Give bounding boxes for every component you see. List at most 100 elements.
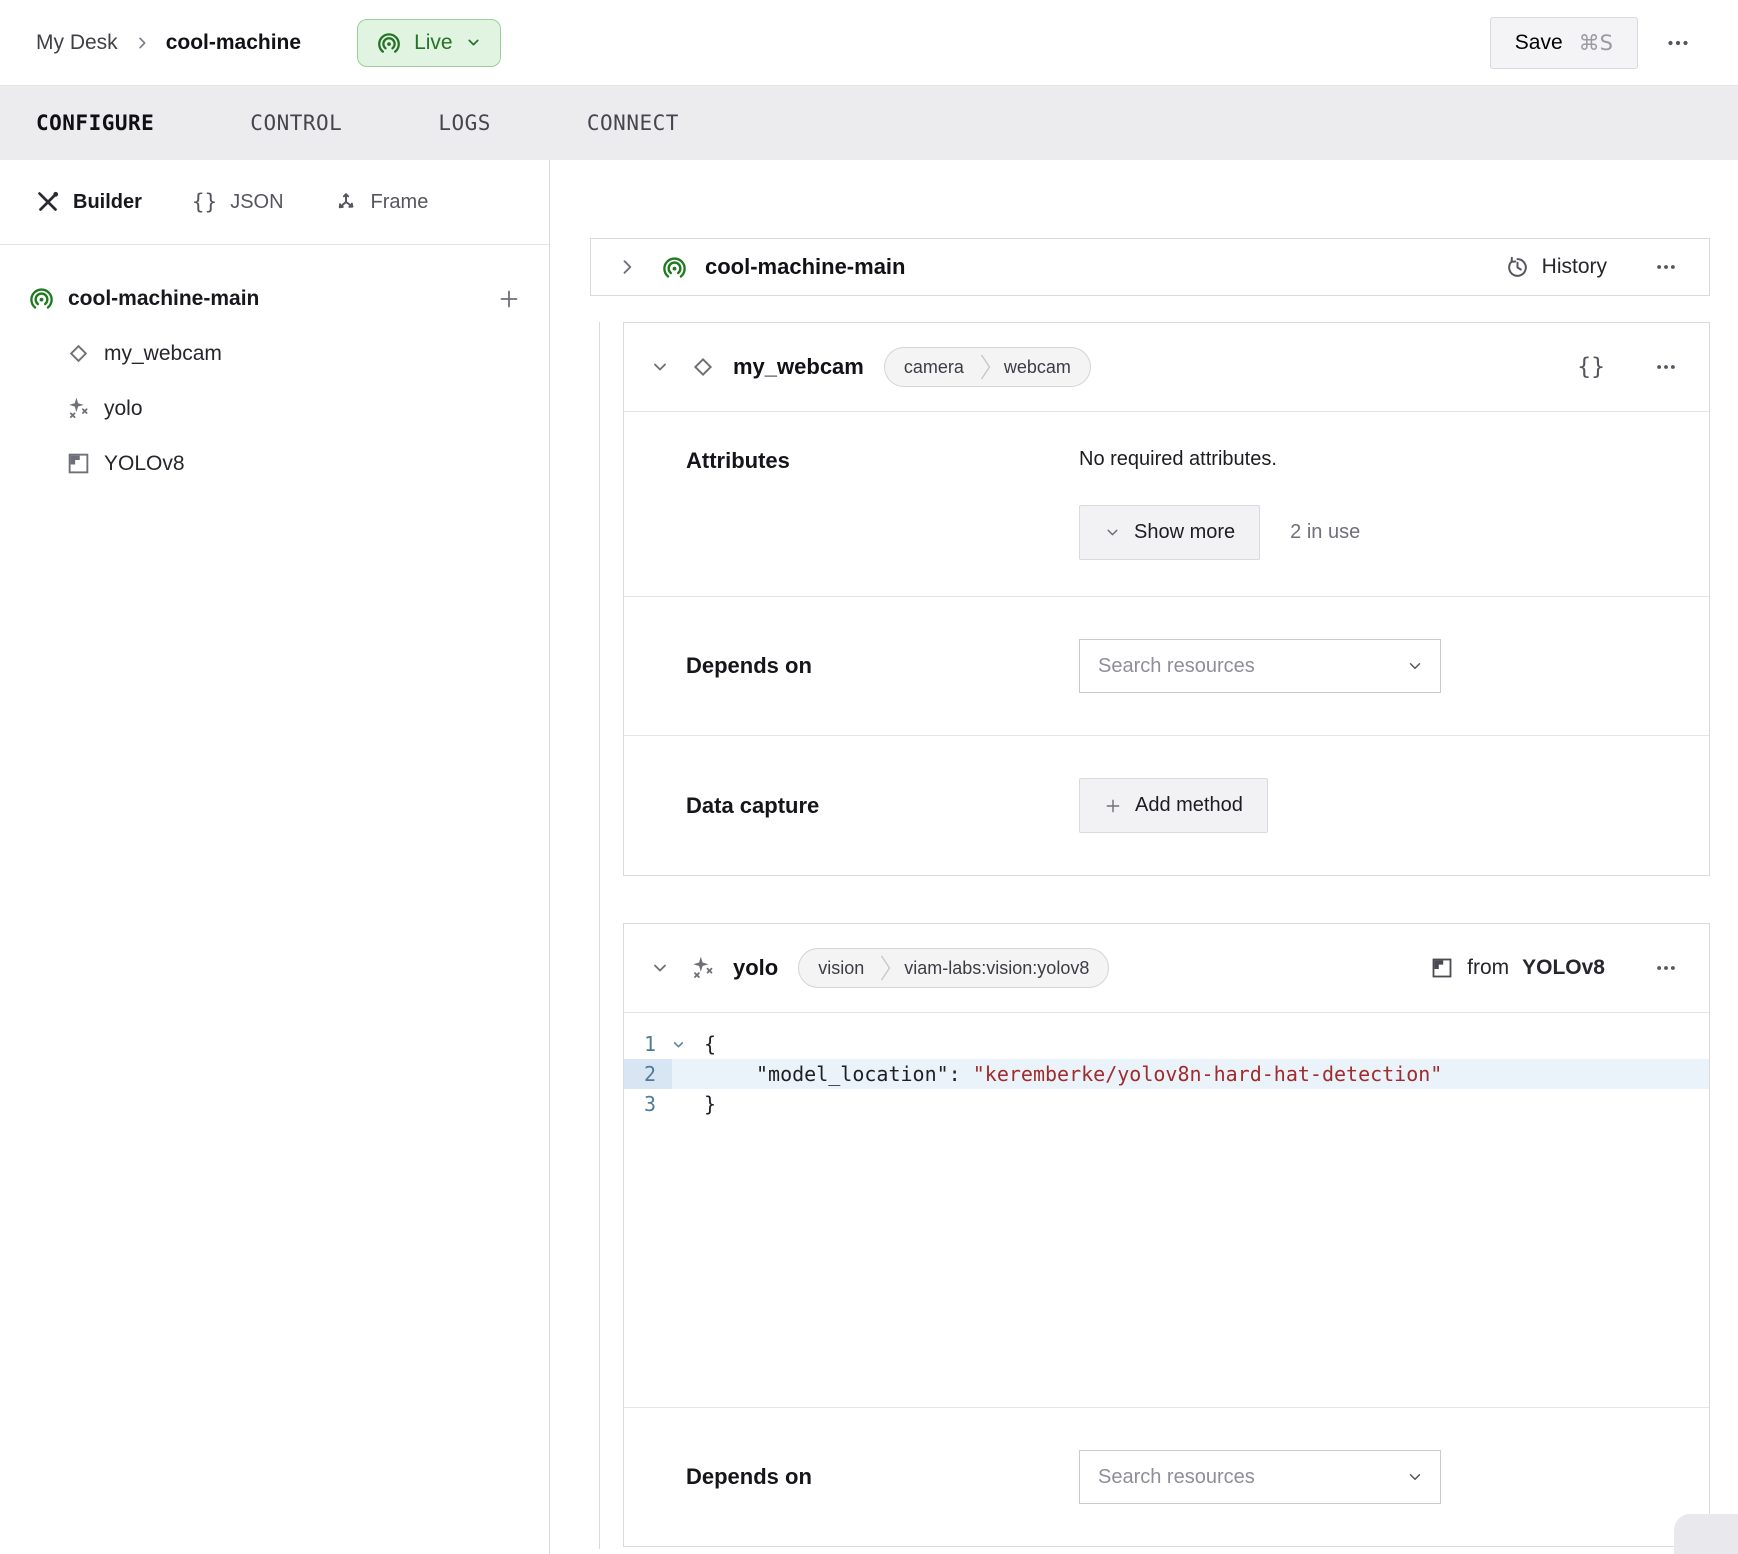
resource-title: my_webcam	[733, 354, 864, 380]
save-label: Save	[1515, 31, 1563, 55]
top-bar: My Desk cool-machine Live Save ⌘S	[0, 0, 1738, 86]
view-mode-toolbar: Builder {} JSON Frame	[0, 160, 549, 245]
part-title: cool-machine-main	[705, 254, 905, 280]
resource-type-pill: vision viam-labs:vision:yolov8	[798, 948, 1109, 988]
from-module-link[interactable]: from YOLOv8	[1430, 956, 1605, 980]
tree-item-my-webcam[interactable]: my_webcam	[28, 326, 525, 381]
json-key: "model_location"	[756, 1062, 949, 1086]
attributes-section: Attributes No required attributes. Show …	[624, 411, 1709, 596]
mode-frame-label: Frame	[371, 191, 429, 214]
depends-on-select[interactable]	[1079, 639, 1441, 693]
data-capture-label: Data capture	[650, 793, 1079, 819]
configure-main-panel: cool-machine-main History	[550, 160, 1738, 1554]
breadcrumb: My Desk cool-machine	[36, 31, 301, 55]
depends-on-section: Depends on	[624, 1407, 1709, 1546]
breadcrumb-root[interactable]: My Desk	[36, 31, 118, 55]
collapse-chevron-down-icon[interactable]	[650, 357, 670, 377]
chevron-right-icon	[134, 35, 150, 51]
resource-model: viam-labs:vision:yolov8	[891, 958, 1108, 979]
mode-json[interactable]: {} JSON	[192, 190, 284, 214]
tab-logs[interactable]: LOGS	[438, 111, 491, 135]
add-resource-icon[interactable]	[493, 283, 525, 315]
mode-builder[interactable]: Builder	[36, 190, 142, 214]
module-icon	[1430, 956, 1454, 980]
mode-frame[interactable]: Frame	[334, 190, 429, 214]
broadcast-icon	[28, 285, 55, 312]
resource-type: camera	[885, 357, 980, 378]
tree-item-label: yolo	[104, 397, 143, 421]
edit-json-icon[interactable]: {}	[1577, 354, 1605, 380]
resource-title: yolo	[733, 955, 778, 981]
search-resources-input[interactable]	[1098, 655, 1406, 678]
attributes-in-use-count: 2 in use	[1290, 521, 1360, 544]
resource-more-menu-icon[interactable]	[1649, 951, 1683, 985]
history-button[interactable]: History	[1505, 255, 1607, 280]
card-header: yolo vision viam-labs:vision:yolov8	[624, 924, 1709, 1012]
main-tab-bar: CONFIGURE CONTROL LOGS CONNECT	[0, 86, 1738, 160]
depends-on-label: Depends on	[650, 1464, 1079, 1490]
machine-status-label: Live	[414, 31, 453, 55]
code-line[interactable]: 1 {	[624, 1029, 1709, 1059]
breadcrumb-current: cool-machine	[166, 31, 301, 55]
attributes-empty-text: No required attributes.	[1079, 448, 1360, 471]
tab-connect[interactable]: CONNECT	[587, 111, 679, 135]
code-text: {	[704, 1032, 716, 1056]
json-colon: :	[949, 1062, 973, 1086]
braces-icon: {}	[192, 190, 217, 214]
chevron-down-icon	[1104, 524, 1121, 541]
resource-card-yolo: yolo vision viam-labs:vision:yolov8	[623, 923, 1710, 1547]
resource-more-menu-icon[interactable]	[1649, 350, 1683, 384]
part-more-menu-icon[interactable]	[1649, 250, 1683, 284]
tree-item-yolo[interactable]: yolo	[28, 381, 525, 436]
part-header: cool-machine-main History	[590, 238, 1710, 296]
depends-on-section: Depends on	[624, 596, 1709, 735]
plus-icon	[1104, 797, 1122, 815]
tree-item-label: YOLOv8	[104, 452, 185, 476]
sparkles-service-icon	[690, 955, 716, 981]
fold-chevron-icon[interactable]	[672, 1038, 704, 1051]
save-shortcut: ⌘S	[1579, 31, 1613, 55]
code-text: "model_location": "keremberke/yolov8n-ha…	[704, 1062, 1442, 1086]
frame-axes-icon	[334, 190, 358, 214]
code-text: }	[704, 1092, 716, 1116]
json-string-value: "keremberke/yolov8n-hard-hat-detection"	[973, 1062, 1443, 1086]
tab-control[interactable]: CONTROL	[250, 111, 342, 135]
depends-on-select[interactable]	[1079, 1450, 1441, 1504]
collapse-chevron-right-icon[interactable]	[617, 257, 637, 277]
sparkles-service-icon	[66, 396, 91, 421]
topbar-more-menu-icon[interactable]	[1660, 25, 1696, 61]
search-resources-input[interactable]	[1098, 1466, 1406, 1489]
resource-model: webcam	[991, 357, 1090, 378]
chat-widget-corner[interactable]	[1674, 1514, 1738, 1554]
collapse-chevron-down-icon[interactable]	[650, 958, 670, 978]
json-attributes-editor[interactable]: 1 { 2 "model_location": "keremberke/yolo…	[624, 1012, 1709, 1407]
show-more-label: Show more	[1134, 521, 1235, 544]
line-number: 3	[624, 1092, 672, 1116]
line-number: 1	[624, 1032, 672, 1056]
from-module-name: YOLOv8	[1522, 956, 1605, 980]
history-label: History	[1542, 255, 1607, 279]
tree-item-label: cool-machine-main	[68, 287, 259, 311]
add-method-button[interactable]: Add method	[1079, 778, 1268, 833]
resource-tree: cool-machine-main my_webcam	[0, 245, 549, 491]
code-line-active[interactable]: 2 "model_location": "keremberke/yolov8n-…	[624, 1059, 1709, 1089]
tab-configure[interactable]: CONFIGURE	[36, 111, 154, 135]
code-line[interactable]: 3 }	[624, 1089, 1709, 1119]
resource-card-my-webcam: my_webcam camera webcam {} Attributes	[623, 322, 1710, 876]
chevron-down-icon	[465, 34, 482, 51]
tree-item-main-part[interactable]: cool-machine-main	[28, 271, 525, 326]
save-button[interactable]: Save ⌘S	[1490, 17, 1638, 69]
pill-divider-icon	[880, 955, 891, 981]
history-clock-icon	[1505, 255, 1530, 280]
tree-item-yolov8-module[interactable]: YOLOv8	[28, 436, 525, 491]
machine-status-badge[interactable]: Live	[357, 19, 501, 67]
chevron-down-icon	[1406, 657, 1424, 675]
mode-json-label: JSON	[230, 191, 283, 214]
resource-type: vision	[799, 958, 880, 979]
tree-item-label: my_webcam	[104, 342, 222, 366]
broadcast-icon	[661, 254, 688, 281]
show-more-button[interactable]: Show more	[1079, 505, 1260, 560]
add-method-label: Add method	[1135, 794, 1243, 817]
pill-divider-icon	[980, 354, 991, 380]
tools-icon	[36, 190, 60, 214]
